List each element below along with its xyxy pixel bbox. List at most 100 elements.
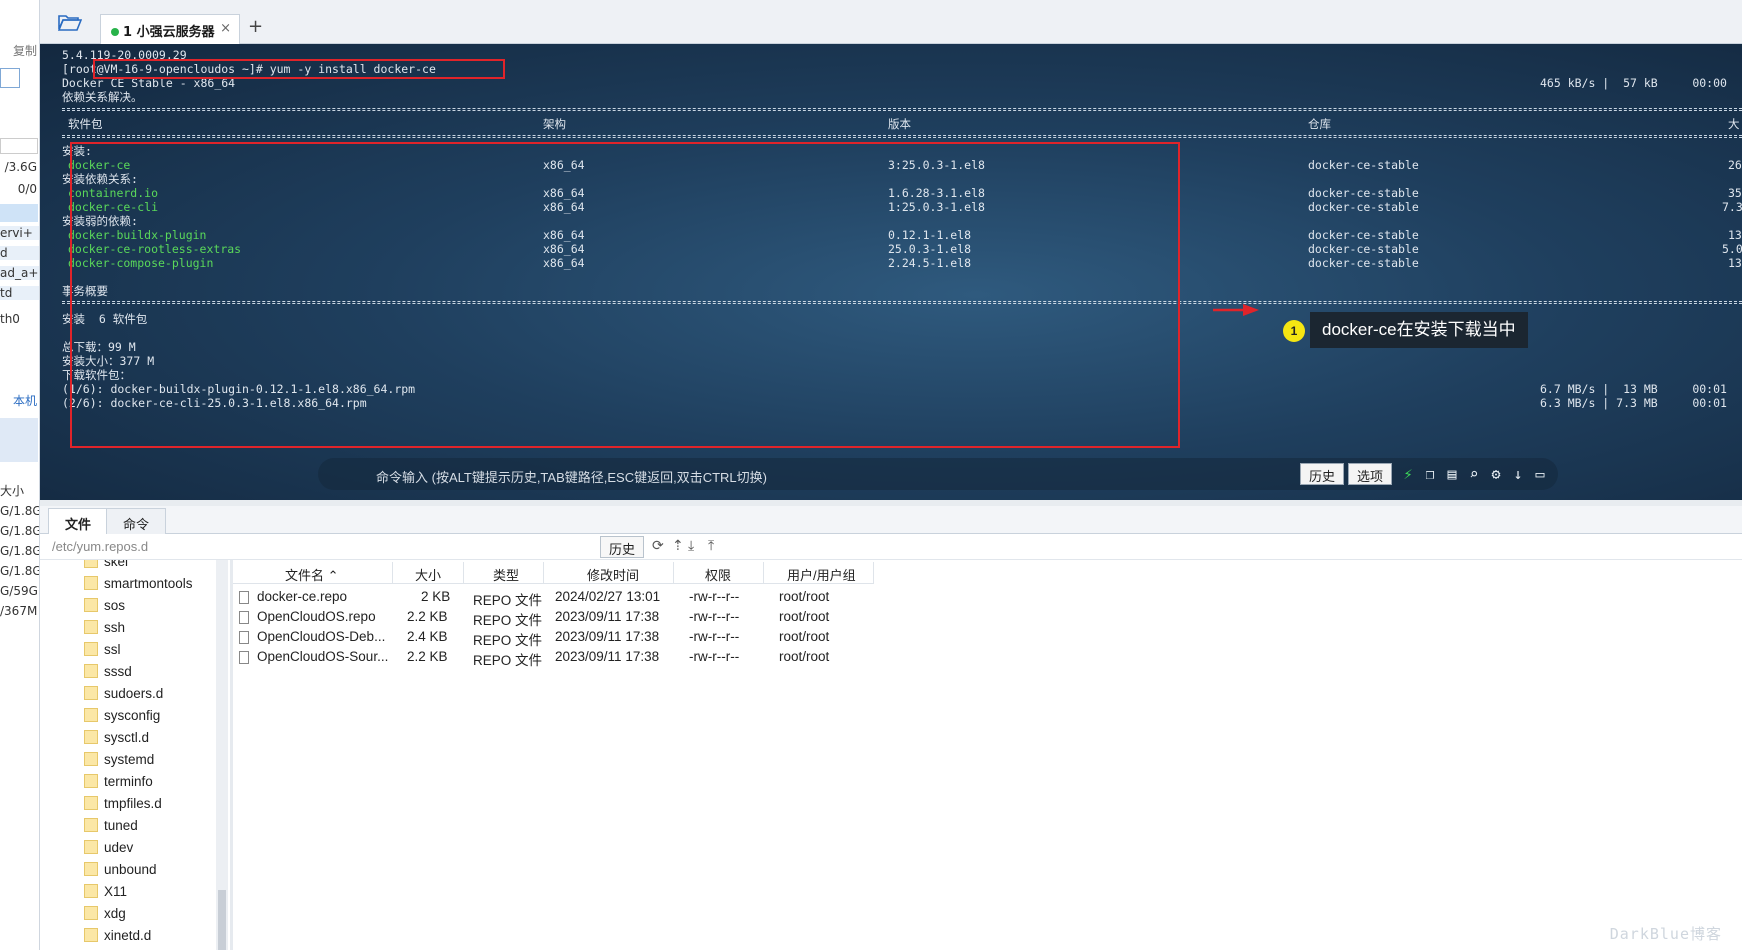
process-row[interactable]: td	[0, 286, 39, 300]
copy-icon[interactable]: ❐	[1420, 464, 1440, 484]
package-size: 35	[1728, 186, 1742, 200]
file-permission: -rw-r--r--	[689, 589, 740, 604]
tree-folder[interactable]: tuned	[84, 818, 138, 840]
separator	[62, 135, 1742, 138]
left-side-panel: 复制 /3.6G 0/0 ervi+ d ad_a+ td th0 本机 大小 …	[0, 0, 40, 950]
col-permission[interactable]: 权限	[705, 565, 731, 584]
local-machine-label: 本机	[12, 394, 37, 408]
folder-icon	[84, 620, 98, 634]
copy-label[interactable]: 复制	[0, 42, 39, 59]
file-size: 2 KB	[421, 589, 451, 604]
disk-usage: G/1.8G	[0, 544, 40, 558]
tab-files[interactable]: 文件	[48, 508, 109, 535]
col-mtime[interactable]: 修改时间	[587, 565, 639, 584]
package-repo: docker-ce-stable	[1308, 242, 1419, 256]
selected-process-row[interactable]	[0, 204, 38, 222]
column-divider	[543, 562, 544, 584]
file-row[interactable]: OpenCloudOS-Sour... 2.2 KB REPO 文件 2023/…	[233, 648, 873, 668]
folder-icon	[84, 752, 98, 766]
terminal-line: 依赖关系解决。	[62, 90, 143, 104]
connected-status-dot	[111, 28, 119, 36]
tree-folder[interactable]: ssh	[84, 620, 125, 642]
package-repo: docker-ce-stable	[1308, 200, 1419, 214]
col-type[interactable]: 类型	[493, 565, 519, 584]
tree-folder[interactable]: sysconfig	[84, 708, 160, 730]
command-input-bar[interactable]: 命令输入 (按ALT键提示历史,TAB键路径,ESC键返回,双击CTRL切换) …	[318, 458, 1558, 490]
file-name: OpenCloudOS-Sour...	[257, 649, 389, 664]
col-filename[interactable]: 文件名 ⌃	[285, 565, 339, 584]
upload-icon[interactable]: ⤒	[708, 538, 714, 554]
file-row[interactable]: OpenCloudOS-Deb... 2.4 KB REPO 文件 2023/0…	[233, 628, 873, 648]
command-input[interactable]: 命令输入 (按ALT键提示历史,TAB键路径,ESC键返回,双击CTRL切换)	[376, 467, 767, 486]
download-arrow-icon[interactable]: ↓	[1508, 464, 1528, 484]
package-repo: docker-ce-stable	[1308, 158, 1419, 172]
download-icon[interactable]: ⤓	[688, 538, 694, 554]
left-field	[0, 138, 38, 154]
search-icon[interactable]: ⌕	[1464, 464, 1484, 484]
tab-server-session[interactable]: 1 小强云服务器 ×	[100, 14, 240, 44]
tree-folder[interactable]: sos	[84, 598, 125, 620]
col-header-repo: 仓库	[1308, 117, 1331, 131]
tree-folder[interactable]: sudoers.d	[84, 686, 163, 708]
column-divider	[763, 562, 764, 584]
options-button[interactable]: 选项	[1348, 463, 1393, 485]
add-tab-button[interactable]: +	[248, 16, 263, 37]
file-permission: -rw-r--r--	[689, 629, 740, 644]
column-divider	[673, 562, 674, 584]
tree-folder[interactable]: systemd	[84, 752, 154, 774]
tree-scrollbar-thumb[interactable]	[218, 890, 226, 950]
tree-folder[interactable]: unbound	[84, 862, 157, 884]
history-button[interactable]: 历史	[1300, 463, 1345, 485]
terminal[interactable]: 5.4.119-20.0009.29 [root@VM-16-9-openclo…	[40, 44, 1742, 500]
tree-folder[interactable]: tmpfiles.d	[84, 796, 162, 818]
package-repo: docker-ce-stable	[1308, 256, 1419, 270]
file-name: OpenCloudOS.repo	[257, 609, 376, 624]
path-history-button[interactable]: 历史	[600, 536, 645, 558]
process-row[interactable]: ad_a+	[0, 266, 39, 280]
lightning-icon[interactable]: ⚡	[1398, 464, 1418, 484]
tree-folder[interactable]: xdg	[84, 906, 126, 928]
tab-commands[interactable]: 命令	[106, 508, 167, 534]
tree-folder[interactable]: terminfo	[84, 774, 153, 796]
file-mtime: 2023/09/11 17:38	[555, 629, 660, 644]
tree-folder[interactable]: skel	[84, 560, 128, 576]
tree-folder[interactable]: udev	[84, 840, 133, 862]
folder-open-icon[interactable]	[58, 12, 82, 32]
close-icon[interactable]: ×	[220, 21, 231, 36]
folder-icon	[84, 862, 98, 876]
package-size: 13	[1728, 256, 1742, 270]
tree-folder[interactable]: smartmontools	[84, 576, 193, 598]
disk-usage: G/1.8G	[0, 504, 40, 518]
tree-folder[interactable]: sssd	[84, 664, 132, 686]
process-row[interactable]: d	[0, 246, 39, 260]
gear-icon[interactable]: ⚙	[1486, 464, 1506, 484]
file-row[interactable]: docker-ce.repo 2 KB REPO 文件 2024/02/27 1…	[233, 588, 873, 608]
tree-folder[interactable]: ssl	[84, 642, 121, 664]
folder-icon	[84, 796, 98, 810]
tree-folder[interactable]: X11	[84, 884, 127, 906]
tree-folder[interactable]: sysctl.d	[84, 730, 149, 752]
maximize-icon[interactable]: ▭	[1530, 464, 1550, 484]
file-size: 2.2 KB	[407, 609, 448, 624]
file-owner: root/root	[779, 589, 830, 604]
file-row[interactable]: OpenCloudOS.repo 2.2 KB REPO 文件 2023/09/…	[233, 608, 873, 628]
paste-icon[interactable]: ▤	[1442, 464, 1462, 484]
step-badge: 1	[1283, 320, 1305, 342]
column-divider	[392, 562, 393, 584]
file-owner: root/root	[779, 629, 830, 644]
tree-folder[interactable]: xinetd.d	[84, 928, 151, 950]
col-header-size: 大	[1728, 117, 1740, 131]
package-size: 26	[1728, 158, 1742, 172]
path-input[interactable]: /etc/yum.repos.d	[52, 539, 148, 554]
folder-icon	[84, 560, 98, 568]
folder-icon	[84, 774, 98, 788]
process-row[interactable]: ervi+	[0, 226, 39, 240]
watermark: DarkBlue博客	[1609, 925, 1722, 943]
col-size[interactable]: 大小	[415, 565, 441, 584]
network-interface-select[interactable]: th0	[0, 312, 39, 326]
package-size: 7.3	[1722, 200, 1742, 214]
refresh-icon[interactable]: ⟳	[652, 538, 664, 554]
col-owner[interactable]: 用户/用户组	[787, 565, 856, 584]
left-input-box[interactable]	[0, 68, 20, 88]
up-directory-icon[interactable]: ⇡	[672, 538, 684, 554]
